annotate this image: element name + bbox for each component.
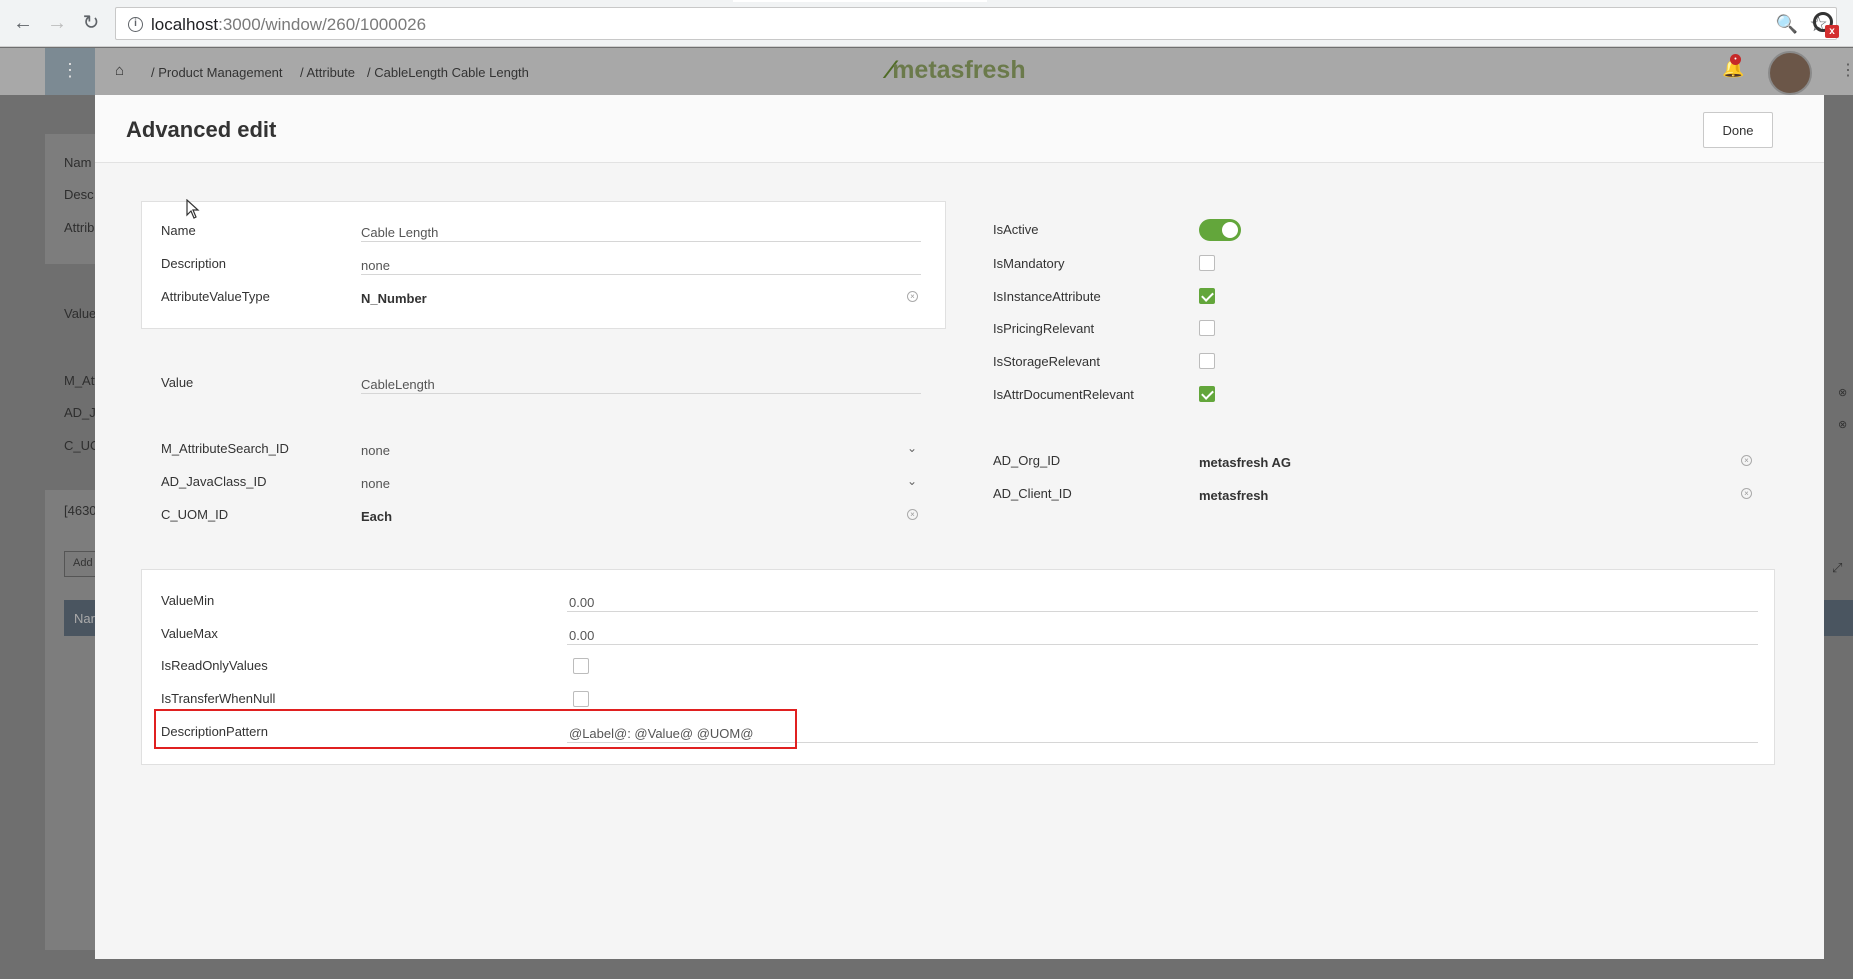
- url-path: :3000/window/260/1000026: [218, 15, 427, 34]
- breadcrumb-attribute[interactable]: / Attribute: [300, 65, 355, 80]
- active-tab-indicator: [733, 0, 987, 2]
- notification-bell-icon[interactable]: 🔔 •: [1722, 54, 1744, 79]
- value-max-label: ValueMax: [161, 626, 218, 641]
- is-instance-attribute-label: IsInstanceAttribute: [993, 289, 1101, 304]
- bg-table-header: [1823, 600, 1853, 636]
- attribute-value-type-field[interactable]: N_Number: [361, 288, 921, 308]
- value-min-value: 0.00: [569, 595, 595, 610]
- org-value: metasfresh AG: [1199, 455, 1291, 470]
- attribute-search-dropdown[interactable]: none: [361, 440, 921, 460]
- name-label: Name: [161, 223, 196, 238]
- is-mandatory-label: IsMandatory: [993, 256, 1065, 271]
- is-read-only-values-checkbox[interactable]: [573, 658, 589, 674]
- logo-text: metasfresh: [892, 56, 1026, 84]
- avatar[interactable]: [1768, 51, 1812, 95]
- bg-label: Nar: [74, 611, 95, 626]
- modal-header: Advanced edit Done: [95, 95, 1824, 163]
- extension-badge-icon: x: [1825, 25, 1839, 38]
- uom-label: C_UOM_ID: [161, 507, 229, 522]
- client-label: AD_Client_ID: [993, 486, 1072, 501]
- advanced-edit-modal: Advanced edit Done Name Cable Length Des…: [95, 95, 1824, 959]
- chevron-down-icon[interactable]: ⌄: [907, 441, 917, 455]
- browser-chrome: ← → ↻ i localhost:3000/window/260/100002…: [0, 0, 1853, 47]
- side-menu-icon[interactable]: ⋮: [45, 48, 95, 95]
- attribute-value-type-value: N_Number: [361, 291, 427, 306]
- notification-badge: •: [1730, 54, 1741, 65]
- done-button[interactable]: Done: [1703, 112, 1773, 148]
- is-storage-relevant-checkbox[interactable]: [1199, 353, 1215, 369]
- java-class-dropdown[interactable]: none: [361, 473, 921, 493]
- value-max-value: 0.00: [569, 628, 595, 643]
- app-header: ⋮ ⌂ / Product Management / Attribute / C…: [0, 48, 1853, 95]
- uom-value: Each: [361, 509, 393, 524]
- is-active-label: IsActive: [993, 222, 1039, 237]
- bg-clear-icon: ⊗: [1838, 387, 1848, 399]
- value-value: CableLength: [361, 377, 435, 392]
- org-field[interactable]: metasfresh AG: [1199, 452, 1759, 472]
- more-dots-icon[interactable]: ⋮: [1840, 60, 1853, 80]
- value-min-label: ValueMin: [161, 593, 215, 608]
- reload-icon[interactable]: ↻: [78, 10, 104, 36]
- address-bar[interactable]: i localhost:3000/window/260/1000026 🔍 ☆: [115, 7, 1837, 40]
- value-min-field[interactable]: 0.00: [567, 592, 1758, 612]
- bg-label: Nam: [64, 155, 92, 170]
- metasfresh-logo: ⁄metasfresh: [888, 56, 1026, 85]
- attribute-search-value: none: [361, 443, 390, 458]
- forward-arrow-icon[interactable]: →: [44, 10, 70, 36]
- chevron-down-icon[interactable]: ⌄: [907, 474, 917, 488]
- clear-icon[interactable]: ×: [907, 509, 918, 520]
- back-arrow-icon[interactable]: ←: [10, 10, 36, 36]
- client-value: metasfresh: [1199, 488, 1269, 503]
- extension-icon[interactable]: x: [1811, 10, 1839, 38]
- clear-icon[interactable]: ×: [1741, 488, 1752, 499]
- clear-icon[interactable]: ×: [1741, 455, 1752, 466]
- is-pricing-relevant-label: IsPricingRelevant: [993, 321, 1095, 336]
- bg-label: Attrib: [64, 220, 95, 235]
- description-label: Description: [161, 256, 227, 271]
- java-class-value: none: [361, 476, 390, 491]
- attribute-search-label: M_AttributeSearch_ID: [161, 441, 289, 456]
- is-read-only-values-label: IsReadOnlyValues: [161, 658, 268, 673]
- is-attr-document-relevant-label: IsAttrDocumentRelevant: [993, 387, 1134, 402]
- attribute-value-type-label: AttributeValueType: [161, 289, 270, 304]
- bg-label: Value: [64, 306, 97, 321]
- org-label: AD_Org_ID: [993, 453, 1061, 468]
- client-field[interactable]: metasfresh: [1199, 485, 1759, 505]
- is-transfer-when-null-label: IsTransferWhenNull: [161, 691, 276, 706]
- home-icon[interactable]: ⌂: [115, 62, 124, 79]
- is-attr-document-relevant-checkbox[interactable]: [1199, 386, 1215, 402]
- highlight-box: [154, 709, 797, 749]
- site-info-icon[interactable]: i: [128, 17, 143, 32]
- name-field[interactable]: Cable Length: [361, 222, 921, 242]
- clear-icon[interactable]: ×: [907, 291, 918, 302]
- bg-label: Desc: [64, 187, 94, 202]
- zoom-icon[interactable]: 🔍: [1776, 14, 1798, 35]
- url-host: localhost: [151, 15, 219, 34]
- is-storage-relevant-label: IsStorageRelevant: [993, 354, 1100, 369]
- url-text[interactable]: localhost:3000/window/260/1000026: [151, 15, 426, 35]
- bg-expand-icon: ⤢: [1832, 560, 1843, 575]
- is-active-toggle[interactable]: [1199, 219, 1241, 241]
- description-field[interactable]: none: [361, 255, 921, 275]
- bg-label: [4630: [64, 503, 97, 518]
- uom-field[interactable]: Each: [361, 506, 921, 526]
- is-mandatory-checkbox[interactable]: [1199, 255, 1215, 271]
- java-class-label: AD_JavaClass_ID: [161, 474, 267, 489]
- breadcrumb-record[interactable]: / CableLength Cable Length: [367, 65, 529, 80]
- is-instance-attribute-checkbox[interactable]: [1199, 288, 1215, 304]
- is-pricing-relevant-checkbox[interactable]: [1199, 320, 1215, 336]
- value-label: Value: [161, 375, 194, 390]
- is-transfer-when-null-checkbox[interactable]: [573, 691, 589, 707]
- bg-clear-icon: ⊗: [1838, 419, 1848, 431]
- description-value: none: [361, 258, 390, 273]
- modal-title: Advanced edit: [126, 117, 277, 142]
- value-max-field[interactable]: 0.00: [567, 625, 1758, 645]
- name-value: Cable Length: [361, 225, 439, 240]
- value-field[interactable]: CableLength: [361, 374, 921, 394]
- breadcrumb-product-management[interactable]: / Product Management: [151, 65, 283, 80]
